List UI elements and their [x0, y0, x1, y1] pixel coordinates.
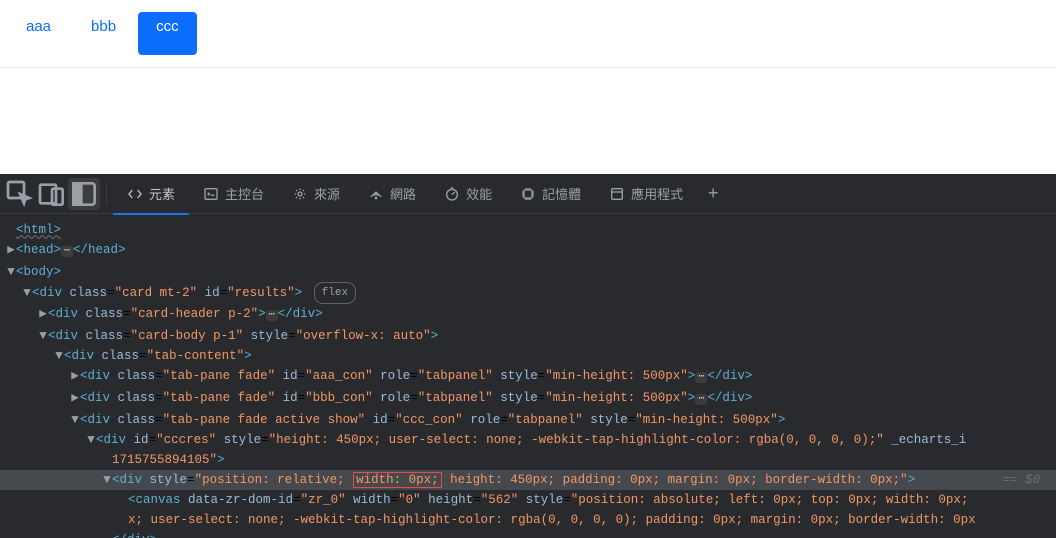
dom-tree[interactable]: <html>▶<head>⋯</head>▼<body>▼<div class=…: [0, 214, 1056, 538]
dom-row[interactable]: </div>: [0, 530, 1056, 538]
tab-ccc[interactable]: ccc: [138, 12, 197, 55]
dom-row[interactable]: 1715755894105">: [0, 450, 1056, 470]
dom-row[interactable]: ▶<head>⋯</head>: [0, 240, 1056, 262]
panel-label: 主控台: [225, 184, 264, 203]
panel-tab-memory[interactable]: 記憶體: [506, 174, 595, 214]
panel-tab-performance[interactable]: 效能: [430, 174, 506, 214]
dom-row[interactable]: ▶<div class="card-header p-2">⋯</div>: [0, 304, 1056, 326]
more-tabs-icon[interactable]: +: [697, 178, 729, 210]
panel-label: 效能: [466, 184, 492, 203]
dom-row[interactable]: ▶<div class="tab-pane fade" id="aaa_con"…: [0, 366, 1056, 388]
panel-label: 應用程式: [631, 184, 683, 203]
device-toggle-icon[interactable]: [36, 178, 68, 210]
dom-row[interactable]: <canvas data-zr-dom-id="zr_0" width="0" …: [0, 490, 1056, 510]
dom-row[interactable]: ▼<div class="tab-pane fade active show" …: [0, 410, 1056, 430]
page-tabs: aaa bbb ccc: [0, 0, 1056, 68]
panel-label: 元素: [149, 184, 175, 203]
panel-label: 記憶體: [542, 184, 581, 203]
dom-row[interactable]: ▼<div id="cccres" style="height: 450px; …: [0, 430, 1056, 450]
tab-aaa[interactable]: aaa: [8, 12, 69, 55]
devtools-toolbar: 元素 主控台 來源 網路 效能 記憶體 應用程式 +: [0, 174, 1056, 214]
panel-label: 來源: [314, 184, 340, 203]
page-content-empty: [0, 68, 1056, 174]
panel-tab-sources[interactable]: 來源: [278, 174, 354, 214]
dom-row[interactable]: ▼<div class="card-body p-1" style="overf…: [0, 326, 1056, 346]
dom-row[interactable]: ▼<div style="position: relative; width: …: [0, 470, 1056, 490]
panel-label: 網路: [390, 184, 416, 203]
panel-tab-console[interactable]: 主控台: [189, 174, 278, 214]
panel-tab-elements[interactable]: 元素: [113, 174, 189, 214]
dom-row[interactable]: ▶<div class="tab-pane fade" id="bbb_con"…: [0, 388, 1056, 410]
inspect-icon[interactable]: [4, 178, 36, 210]
panel-tab-application[interactable]: 應用程式: [595, 174, 697, 214]
devtools-panel: 元素 主控台 來源 網路 效能 記憶體 應用程式 + <html>▶<head>…: [0, 174, 1056, 538]
dom-row[interactable]: ▼<div class="tab-content">: [0, 346, 1056, 366]
dom-row[interactable]: <html>: [0, 220, 1056, 240]
dom-row[interactable]: ▼<body>: [0, 262, 1056, 282]
dom-row[interactable]: x; user-select: none; -webkit-tap-highli…: [0, 510, 1056, 530]
panel-tab-network[interactable]: 網路: [354, 174, 430, 214]
tab-bbb[interactable]: bbb: [73, 12, 134, 55]
dock-side-icon[interactable]: [68, 178, 100, 210]
dom-row[interactable]: ▼<div class="card mt-2" id="results"> fl…: [0, 282, 1056, 304]
